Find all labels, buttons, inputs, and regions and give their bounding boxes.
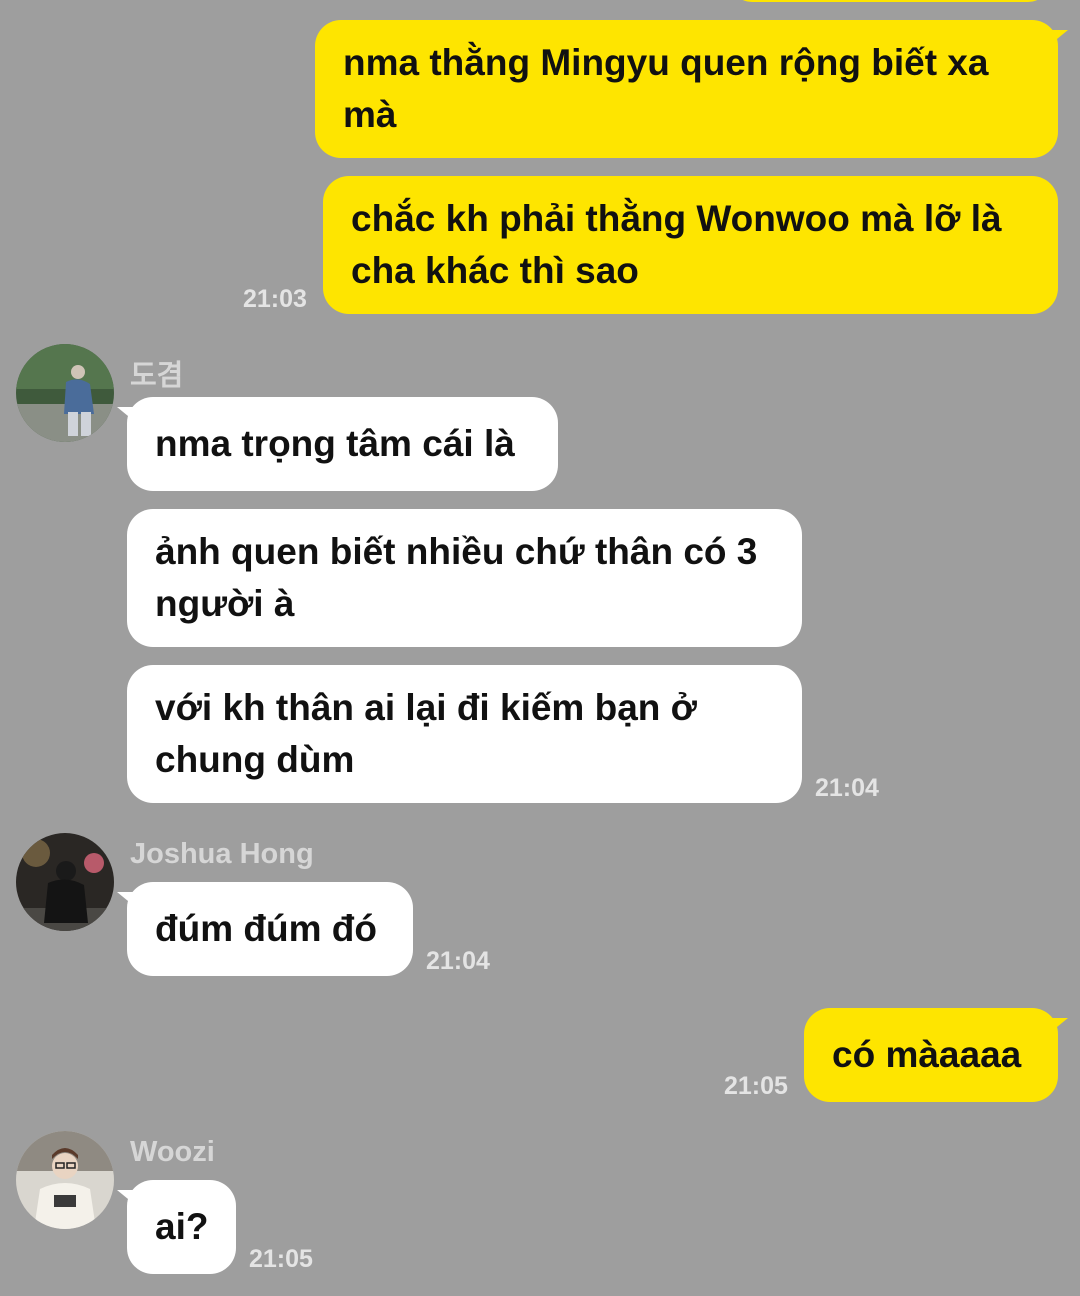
avatar-photo-icon <box>16 1131 114 1229</box>
message-text: có màaaaa <box>832 1034 1022 1075</box>
message-text: ai? <box>155 1206 209 1247</box>
message-text: nma thằng Mingyu quen rộng biết xa mà <box>343 42 989 135</box>
avatar-dokyeom[interactable] <box>16 344 114 442</box>
message-time: 21:04 <box>815 774 879 802</box>
my-message-bubble[interactable]: chắc kh phải thằng Wonwoo mà lỡ là cha k… <box>323 176 1058 314</box>
their-message-bubble[interactable]: đúm đúm đó <box>117 882 413 976</box>
message-time: 21:03 <box>243 285 307 313</box>
avatar-photo-icon <box>16 344 114 442</box>
message-text: ảnh quen biết nhiều chứ thân có 3 người … <box>155 531 758 624</box>
message-time: 21:04 <box>426 947 490 975</box>
sender-name: Joshua Hong <box>130 838 314 870</box>
their-message-bubble[interactable]: với kh thân ai lại đi kiếm bạn ở chung d… <box>127 665 802 803</box>
their-message-bubble[interactable]: ai? <box>117 1180 236 1274</box>
partial-message-bubble[interactable] <box>730 0 1050 2</box>
message-time: 21:05 <box>724 1072 788 1100</box>
avatar-joshua-hong[interactable] <box>16 833 114 931</box>
avatar-photo-icon <box>16 833 114 931</box>
message-text: với kh thân ai lại đi kiếm bạn ở chung d… <box>155 687 697 780</box>
avatar-woozi[interactable] <box>16 1131 114 1229</box>
chat-area[interactable]: nma thằng Mingyu quen rộng biết xa mà ch… <box>0 0 1080 1296</box>
message-text: nma trọng tâm cái là <box>155 423 515 464</box>
sender-name: 도겸 <box>130 360 184 392</box>
their-message-bubble[interactable]: nma trọng tâm cái là <box>117 397 558 491</box>
their-message-bubble[interactable]: ảnh quen biết nhiều chứ thân có 3 người … <box>127 509 802 647</box>
my-message-bubble[interactable]: có màaaaa <box>804 1008 1068 1102</box>
message-text: đúm đúm đó <box>155 908 377 949</box>
my-message-bubble[interactable]: nma thằng Mingyu quen rộng biết xa mà <box>315 20 1068 158</box>
message-text: chắc kh phải thằng Wonwoo mà lỡ là cha k… <box>351 198 1002 291</box>
message-time: 21:05 <box>249 1245 313 1273</box>
sender-name: Woozi <box>130 1136 215 1168</box>
